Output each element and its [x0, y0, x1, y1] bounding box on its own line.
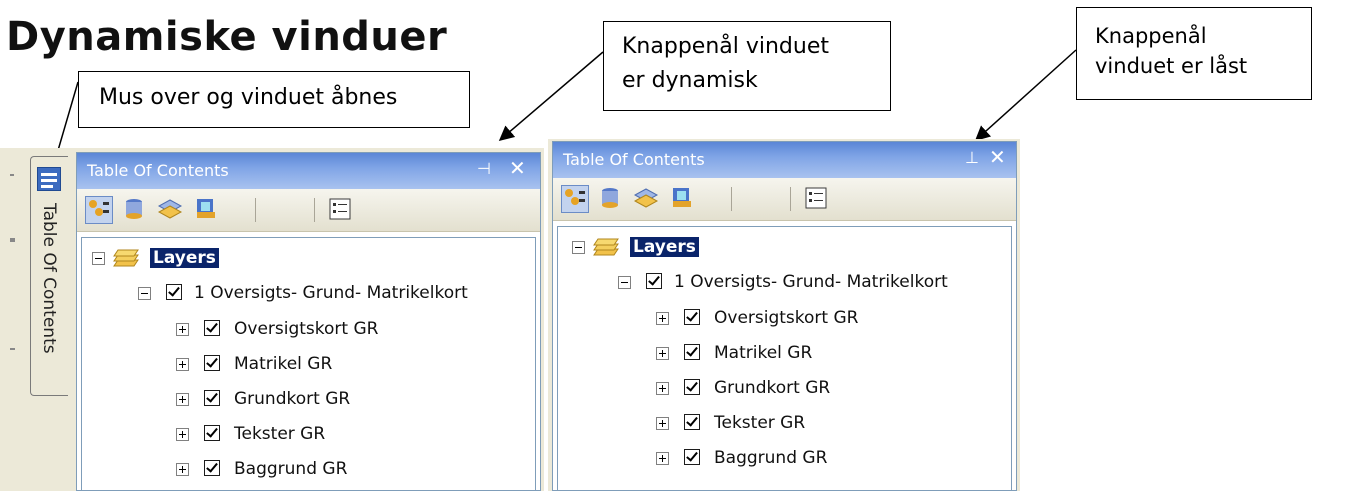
group-checkbox[interactable]: [646, 273, 662, 289]
list-by-visibility-icon[interactable]: [633, 185, 661, 213]
list-by-visibility-icon[interactable]: [157, 196, 185, 224]
toc-titlebar[interactable]: Table Of Contents ⊥ ✕: [553, 142, 1016, 178]
layer-checkbox[interactable]: [684, 344, 700, 360]
close-icon[interactable]: ✕: [509, 158, 526, 178]
toc-side-tab-label: Table Of Contents: [39, 203, 59, 354]
expand-layer-icon[interactable]: [656, 312, 669, 325]
expand-layer-icon[interactable]: [176, 323, 189, 336]
layer-checkbox[interactable]: [204, 390, 220, 406]
layers-stack-icon: [593, 238, 619, 256]
close-icon[interactable]: ✕: [989, 147, 1006, 167]
layer-label[interactable]: Grundkort GR: [234, 389, 350, 409]
layer-checkbox[interactable]: [204, 320, 220, 336]
layer-checkbox[interactable]: [684, 379, 700, 395]
layer-checkbox[interactable]: [684, 309, 700, 325]
toc-toolbar: [77, 189, 540, 232]
toc-titlebar[interactable]: Table Of Contents ⊣ ✕: [77, 153, 540, 189]
toc-window-locked: Table Of Contents ⊥ ✕ Layers 1 Oversigts…: [552, 141, 1017, 491]
layer-label[interactable]: Matrikel GR: [714, 343, 812, 363]
list-by-selection-icon[interactable]: [669, 185, 697, 213]
collapse-layers-icon[interactable]: [92, 252, 105, 265]
layers-root-label: Layers: [630, 237, 699, 257]
layer-label[interactable]: Grundkort GR: [714, 378, 830, 398]
options-icon[interactable]: [803, 185, 831, 213]
group-checkbox[interactable]: [166, 284, 182, 300]
expand-layer-icon[interactable]: [176, 463, 189, 476]
expand-layer-icon[interactable]: [656, 347, 669, 360]
toc-title: Table Of Contents: [563, 150, 705, 169]
toc-tree: Layers 1 Oversigts- Grund- Matrikelkort …: [557, 226, 1012, 490]
layer-label[interactable]: Tekster GR: [714, 413, 805, 433]
layer-checkbox[interactable]: [204, 460, 220, 476]
layers-root-label: Layers: [150, 248, 219, 268]
expand-layer-icon[interactable]: [656, 452, 669, 465]
group-label[interactable]: 1 Oversigts- Grund- Matrikelkort: [674, 272, 948, 292]
pin-unpinned-icon[interactable]: ⊣: [477, 159, 491, 178]
layer-label[interactable]: Oversigtskort GR: [714, 308, 858, 328]
group-label[interactable]: 1 Oversigts- Grund- Matrikelkort: [194, 283, 468, 303]
toolbar-separator: [731, 187, 732, 211]
collapse-layers-icon[interactable]: [572, 241, 585, 254]
list-by-drawing-order-icon[interactable]: [85, 196, 113, 224]
layers-root[interactable]: Layers: [150, 248, 219, 268]
toolbar-separator: [255, 198, 256, 222]
toolbar-separator: [790, 187, 791, 211]
layer-checkbox[interactable]: [204, 355, 220, 371]
expand-layer-icon[interactable]: [176, 393, 189, 406]
list-by-selection-icon[interactable]: [193, 196, 221, 224]
list-by-source-icon[interactable]: [121, 196, 149, 224]
layer-checkbox[interactable]: [684, 449, 700, 465]
toc-window-dynamic: Table Of Contents ⊣ ✕ Layers 1 Oversigts…: [76, 152, 541, 491]
layers-stack-icon: [113, 249, 139, 267]
toc-tree: Layers 1 Oversigts- Grund- Matrikelkort …: [81, 237, 536, 490]
list-by-drawing-order-icon[interactable]: [561, 185, 589, 213]
toc-toolbar: [553, 178, 1016, 221]
collapse-group-icon[interactable]: [138, 287, 151, 300]
expand-layer-icon[interactable]: [176, 428, 189, 441]
layer-label[interactable]: Tekster GR: [234, 424, 325, 444]
collapse-group-icon[interactable]: [618, 276, 631, 289]
list-by-source-icon[interactable]: [597, 185, 625, 213]
expand-layer-icon[interactable]: [656, 382, 669, 395]
layer-label[interactable]: Matrikel GR: [234, 354, 332, 374]
arrow-pin-dynamic: [498, 51, 604, 141]
toc-side-tab[interactable]: Table Of Contents: [30, 156, 68, 396]
layer-label[interactable]: Baggrund GR: [234, 459, 347, 479]
toolbar-separator: [314, 198, 315, 222]
pin-pinned-icon[interactable]: ⊥: [965, 148, 979, 167]
options-icon[interactable]: [327, 196, 355, 224]
toc-title: Table Of Contents: [87, 161, 229, 180]
layers-root[interactable]: Layers: [630, 237, 699, 257]
layer-checkbox[interactable]: [684, 414, 700, 430]
layer-label[interactable]: Oversigtskort GR: [234, 319, 378, 339]
arrow-pin-locked: [974, 49, 1077, 142]
expand-layer-icon[interactable]: [176, 358, 189, 371]
dock-edge-mark-3: [10, 348, 15, 350]
expand-layer-icon[interactable]: [656, 417, 669, 430]
layer-checkbox[interactable]: [204, 425, 220, 441]
dock-edge-mark-2: [10, 238, 15, 242]
dock-edge-mark-1: [10, 174, 14, 176]
layer-label[interactable]: Baggrund GR: [714, 448, 827, 468]
toc-side-tab-icon: [37, 167, 61, 191]
